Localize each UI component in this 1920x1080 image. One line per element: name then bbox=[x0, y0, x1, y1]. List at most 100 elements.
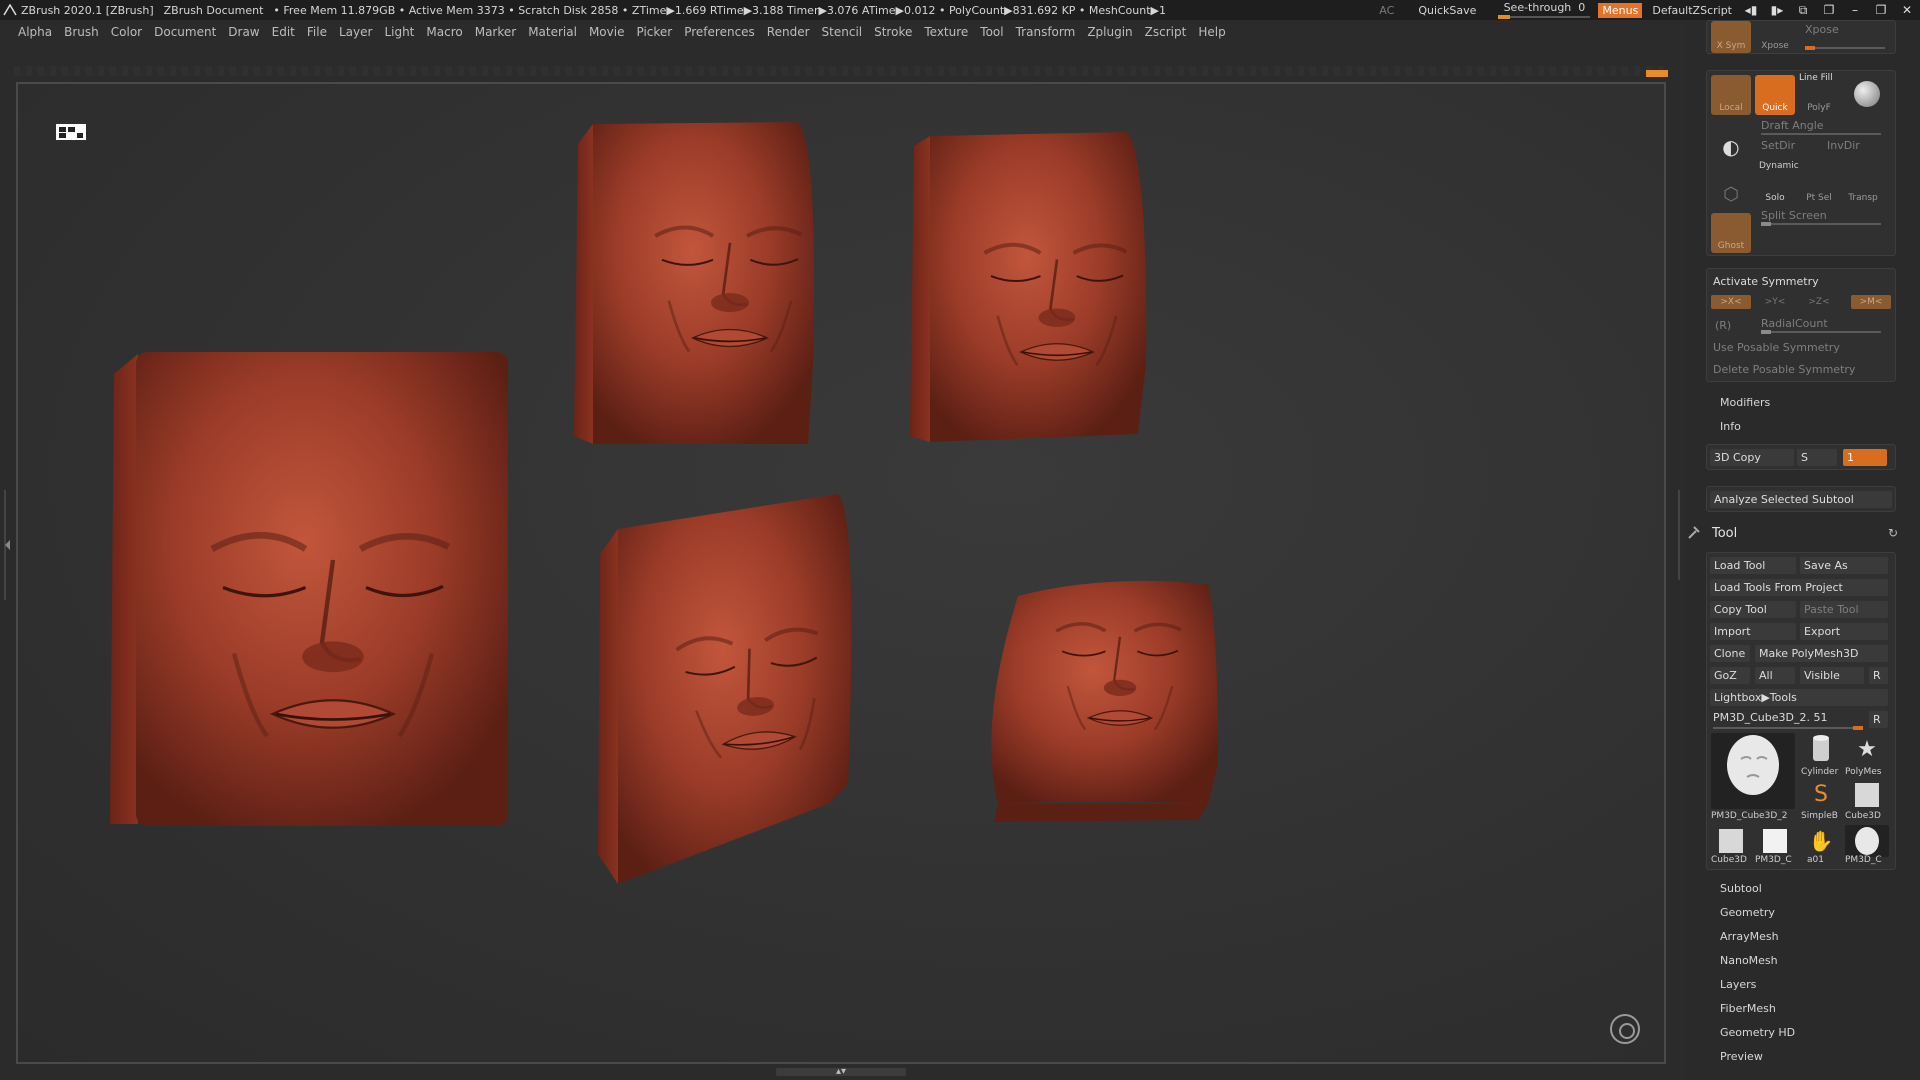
xpose-slider[interactable] bbox=[1805, 46, 1885, 50]
sculpt-face-bottom-middle[interactable] bbox=[598, 494, 852, 884]
menu-transform[interactable]: Transform bbox=[1016, 25, 1076, 39]
menu-document[interactable]: Document bbox=[154, 25, 216, 39]
tool-thumb-cylinder[interactable] bbox=[1801, 733, 1841, 767]
quicksave-button[interactable]: QuickSave bbox=[1418, 4, 1476, 17]
menu-edit[interactable]: Edit bbox=[272, 25, 295, 39]
ghost-button[interactable]: Ghost bbox=[1711, 213, 1751, 253]
sculpt-face-large[interactable] bbox=[110, 352, 508, 826]
tool-thumb-polymesh-star[interactable]: ★ bbox=[1845, 733, 1889, 767]
quick-button[interactable]: Quick bbox=[1755, 75, 1795, 115]
menus-toggle[interactable]: Menus bbox=[1598, 2, 1643, 18]
rotate-gizmo-icon[interactable] bbox=[1610, 1014, 1640, 1044]
menu-zplugin[interactable]: Zplugin bbox=[1087, 25, 1132, 39]
copy-tool-button[interactable]: Copy Tool bbox=[1710, 601, 1796, 618]
current-tool-r-button[interactable]: R bbox=[1869, 711, 1888, 728]
window-stack-icon[interactable]: ❐ bbox=[1816, 3, 1842, 17]
menu-material[interactable]: Material bbox=[528, 25, 577, 39]
menu-marker[interactable]: Marker bbox=[475, 25, 516, 39]
menu-draw[interactable]: Draw bbox=[228, 25, 259, 39]
sym-m-button[interactable]: >M< bbox=[1851, 295, 1891, 309]
menu-color[interactable]: Color bbox=[111, 25, 142, 39]
goz-visible-button[interactable]: Visible bbox=[1800, 667, 1864, 684]
menu-preferences[interactable]: Preferences bbox=[684, 25, 755, 39]
see-through-slider[interactable]: See-through 0 bbox=[1494, 0, 1594, 20]
section-geometry[interactable]: Geometry bbox=[1720, 906, 1775, 919]
sculpt-face-top-right[interactable] bbox=[910, 132, 1147, 442]
canvas-viewport[interactable] bbox=[16, 82, 1666, 1064]
menu-texture[interactable]: Texture bbox=[924, 25, 968, 39]
invdir-button[interactable]: InvDir bbox=[1827, 139, 1860, 152]
current-tool-slider[interactable] bbox=[1713, 726, 1863, 730]
section-preview[interactable]: Preview bbox=[1720, 1050, 1763, 1063]
activate-symmetry-button[interactable]: Activate Symmetry bbox=[1713, 275, 1819, 288]
radial-r-button[interactable]: (R) bbox=[1715, 319, 1731, 332]
delete-posable-symmetry-button[interactable]: Delete Posable Symmetry bbox=[1713, 363, 1855, 376]
menu-alpha[interactable]: Alpha bbox=[18, 25, 52, 39]
menu-render[interactable]: Render bbox=[767, 25, 810, 39]
draft-angle-slider[interactable] bbox=[1761, 133, 1881, 135]
current-tool-name[interactable]: PM3D_Cube3D_2. 51 bbox=[1713, 711, 1827, 724]
section-geometry-hd[interactable]: Geometry HD bbox=[1720, 1026, 1795, 1039]
menu-macro[interactable]: Macro bbox=[426, 25, 462, 39]
load-tool-button[interactable]: Load Tool bbox=[1710, 557, 1796, 574]
modifiers-section[interactable]: Modifiers bbox=[1720, 396, 1770, 409]
tool-thumb-a01-hand[interactable]: ✋ bbox=[1801, 825, 1841, 857]
menu-picker[interactable]: Picker bbox=[636, 25, 672, 39]
menu-movie[interactable]: Movie bbox=[589, 25, 625, 39]
analyze-selected-subtool-button[interactable]: Analyze Selected Subtool bbox=[1710, 491, 1892, 508]
right-tray-handle[interactable] bbox=[1672, 490, 1680, 580]
sculpt-face-bottom-right[interactable] bbox=[991, 580, 1218, 822]
menu-brush[interactable]: Brush bbox=[64, 25, 99, 39]
section-fibermesh[interactable]: FiberMesh bbox=[1720, 1002, 1776, 1015]
menu-file[interactable]: File bbox=[307, 25, 327, 39]
sym-x-button[interactable]: >X< bbox=[1711, 295, 1751, 309]
material-sphere-icon[interactable] bbox=[1847, 75, 1887, 115]
export-button[interactable]: Export bbox=[1800, 623, 1888, 640]
local-button[interactable]: Local bbox=[1711, 75, 1751, 115]
default-zscript-button[interactable]: DefaultZScript bbox=[1652, 4, 1732, 17]
tool-thumb-pm3d-c-a[interactable] bbox=[1755, 825, 1795, 857]
x-sym-button[interactable]: X Sym bbox=[1711, 21, 1751, 53]
goz-button[interactable]: GoZ bbox=[1710, 667, 1750, 684]
copy3d-s-button[interactable]: S bbox=[1797, 449, 1837, 466]
top-shelf[interactable] bbox=[14, 66, 1664, 76]
minimize-icon[interactable]: – bbox=[1842, 3, 1868, 17]
solo-button[interactable]: Solo bbox=[1755, 171, 1795, 205]
transp-button[interactable]: Transp bbox=[1843, 171, 1883, 205]
menu-stroke[interactable]: Stroke bbox=[874, 25, 912, 39]
tool-title[interactable]: Tool bbox=[1712, 526, 1737, 541]
lightbox-tools-button[interactable]: Lightbox▶Tools bbox=[1710, 689, 1888, 706]
menu-help[interactable]: Help bbox=[1198, 25, 1225, 39]
radial-count-slider[interactable] bbox=[1761, 330, 1881, 334]
menu-layer[interactable]: Layer bbox=[339, 25, 372, 39]
sym-y-button[interactable]: >Y< bbox=[1755, 295, 1795, 309]
contrast-toggle-icon[interactable]: ◐ bbox=[1711, 121, 1751, 161]
tool-thumb-cube3d-b[interactable] bbox=[1711, 825, 1751, 857]
section-nanomesh[interactable]: NanoMesh bbox=[1720, 954, 1778, 967]
goz-all-button[interactable]: All bbox=[1755, 667, 1795, 684]
tool-thumb-simpleb[interactable]: S bbox=[1801, 779, 1841, 811]
menu-light[interactable]: Light bbox=[384, 25, 414, 39]
section-arraymesh[interactable]: ArrayMesh bbox=[1720, 930, 1779, 943]
layout-next-icon[interactable]: ▮▸ bbox=[1764, 3, 1790, 17]
xpose-button[interactable]: Xpose bbox=[1755, 21, 1795, 53]
polyf-button[interactable]: PolyF bbox=[1799, 83, 1839, 115]
import-button[interactable]: Import bbox=[1710, 623, 1796, 640]
copy3d-button[interactable]: 3D Copy bbox=[1710, 449, 1794, 466]
tool-thumb-cube3d-a[interactable] bbox=[1845, 779, 1889, 811]
clone-button[interactable]: Clone bbox=[1710, 645, 1750, 662]
box-view-icon[interactable]: ⬡ bbox=[1711, 167, 1751, 207]
make-polymesh3d-button[interactable]: Make PolyMesh3D bbox=[1755, 645, 1888, 662]
section-layers[interactable]: Layers bbox=[1720, 978, 1756, 991]
left-tray-handle[interactable] bbox=[4, 490, 12, 600]
restore-icon[interactable]: ❐ bbox=[1868, 3, 1894, 17]
load-tools-from-project-button[interactable]: Load Tools From Project bbox=[1710, 579, 1888, 596]
menu-stencil[interactable]: Stencil bbox=[822, 25, 863, 39]
sculpt-scene[interactable] bbox=[18, 84, 1666, 1064]
tool-thumb-pm3d-c-b[interactable] bbox=[1845, 825, 1889, 857]
setdir-button[interactable]: SetDir bbox=[1761, 139, 1795, 152]
goz-r-button[interactable]: R bbox=[1869, 667, 1888, 684]
info-section[interactable]: Info bbox=[1720, 420, 1741, 433]
close-icon[interactable]: ✕ bbox=[1894, 3, 1920, 17]
paste-tool-button[interactable]: Paste Tool bbox=[1800, 601, 1888, 618]
